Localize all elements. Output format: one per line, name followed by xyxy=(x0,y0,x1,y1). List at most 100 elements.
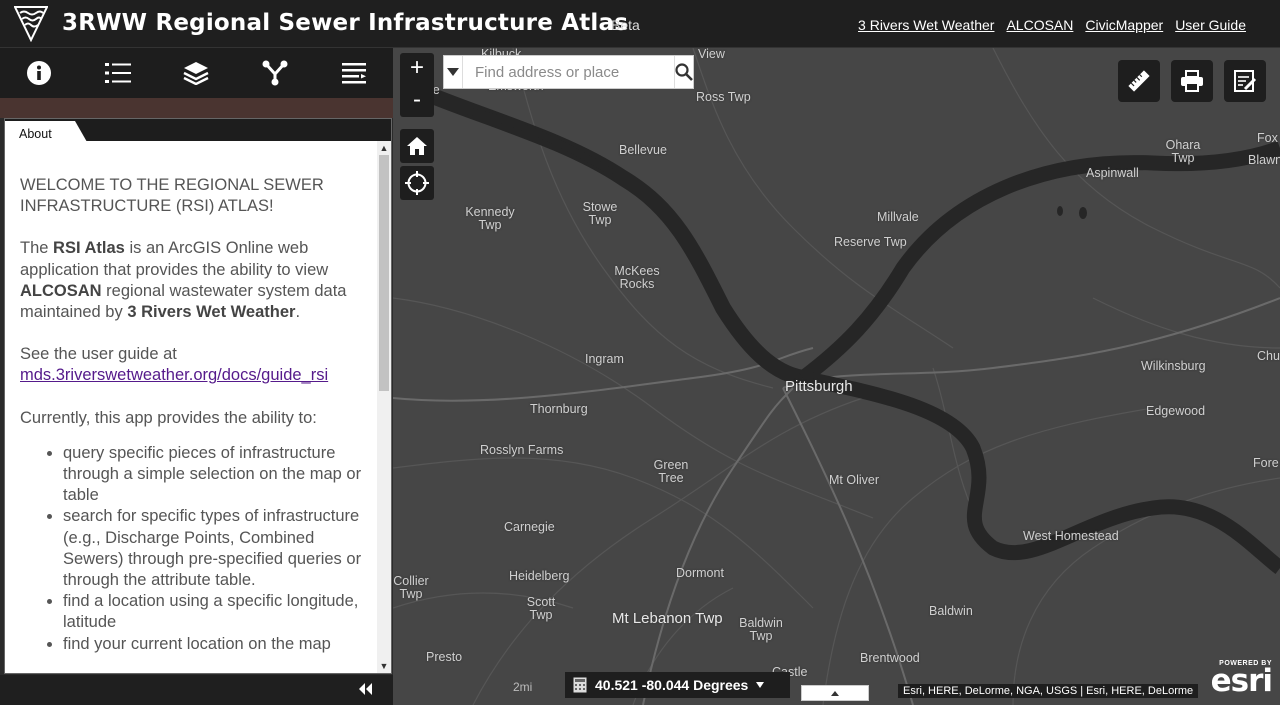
esri-logo: POWERED BY esri xyxy=(1210,660,1273,699)
place-label: Mt Lebanon Twp xyxy=(612,610,723,627)
panel-scrollbar[interactable]: ▲ ▼ xyxy=(377,141,391,673)
edit-notes-button[interactable] xyxy=(1224,60,1266,102)
layers-tool-button[interactable] xyxy=(157,48,236,98)
network-icon xyxy=(262,60,288,86)
place-label: Brentwood xyxy=(860,651,920,665)
coordinates-readout: 40.521 -80.044 Degrees xyxy=(595,677,749,693)
list-item: find a location using a specific longitu… xyxy=(63,591,377,633)
place-label: Reserve Twp xyxy=(834,235,907,249)
place-label: Edgewood xyxy=(1146,404,1206,418)
search-icon xyxy=(675,63,693,81)
place-label: Wilkinsburg xyxy=(1141,359,1206,373)
place-label: McKees Rocks xyxy=(614,264,660,291)
about-content: WELCOME TO THE REGIONAL SEWER INFRASTRUC… xyxy=(5,141,377,673)
panel-accent-strip xyxy=(0,98,393,118)
place-label: Dormont xyxy=(676,566,724,580)
scroll-thumb[interactable] xyxy=(379,155,389,391)
tab-about[interactable]: About xyxy=(5,121,87,142)
collapse-panel-icon[interactable] xyxy=(359,683,373,695)
legend-list-icon xyxy=(104,63,131,83)
search-button[interactable] xyxy=(674,56,693,88)
intro-bold-alcosan: ALCOSAN xyxy=(20,281,102,300)
about-panel: About WELCOME TO THE REGIONAL SEWER INFR… xyxy=(4,118,392,674)
side-panel: About WELCOME TO THE REGIONAL SEWER INFR… xyxy=(0,48,393,705)
legend-tool-button[interactable] xyxy=(79,48,158,98)
link-civicmapper[interactable]: CivicMapper xyxy=(1085,17,1163,33)
place-label: Collier Twp xyxy=(393,574,429,601)
scale-bar-label: 2mi xyxy=(513,680,533,694)
app-header: 3RWW Regional Sewer Infrastructure Atlas… xyxy=(0,0,1280,48)
home-button[interactable] xyxy=(400,129,434,163)
zoom-out-button[interactable]: - xyxy=(400,85,434,117)
place-label: Heidelberg xyxy=(509,569,570,583)
capabilities-list: query specific pieces of infrastructure … xyxy=(63,443,377,655)
scroll-down-arrow-icon[interactable]: ▼ xyxy=(377,659,391,673)
measure-button[interactable] xyxy=(1118,60,1160,102)
esri-wordmark: esri xyxy=(1210,663,1273,699)
info-icon xyxy=(27,61,52,85)
link-alcosan[interactable]: ALCOSAN xyxy=(1006,17,1073,33)
beta-badge: Beta xyxy=(611,17,640,33)
place-label: Green Tree xyxy=(653,458,689,485)
list-item: query specific pieces of infrastructure … xyxy=(63,443,377,507)
map-attribution: Esri, HERE, DeLorme, NGA, USGS | Esri, H… xyxy=(898,684,1199,698)
panel-footer xyxy=(0,675,393,705)
place-label: Ohara Twp xyxy=(1165,138,1201,165)
scroll-up-arrow-icon[interactable]: ▲ xyxy=(377,141,391,155)
tab-bar: About xyxy=(5,119,391,142)
zoom-control: + - xyxy=(400,53,434,117)
place-label: Mt Oliver xyxy=(829,473,879,487)
intro-text: The xyxy=(20,239,54,258)
place-label: Baldwin Twp xyxy=(739,616,783,643)
list-item: find your current location on the map xyxy=(63,634,377,655)
link-3-rivers-wet-weather[interactable]: 3 Rivers Wet Weather xyxy=(858,17,994,33)
locate-crosshair-icon xyxy=(405,171,429,195)
search-widget xyxy=(443,55,694,89)
place-label: Stowe Twp xyxy=(582,200,618,227)
zoom-in-button[interactable]: + xyxy=(400,53,434,85)
search-source-dropdown[interactable] xyxy=(444,56,463,88)
panel-toolbar xyxy=(0,48,393,98)
header-links: 3 Rivers Wet Weather ALCOSAN CivicMapper… xyxy=(858,17,1246,33)
user-guide-link[interactable]: mds.3riverswetweather.org/docs/guide_rsi xyxy=(20,366,328,384)
map-view[interactable]: Kilbuck Neville Twp Emsworth View Ross T… xyxy=(393,48,1280,705)
app-title: 3RWW Regional Sewer Infrastructure Atlas xyxy=(62,10,629,36)
intro-bold-3rww: 3 Rivers Wet Weather xyxy=(127,303,296,322)
place-label: Chu xyxy=(1257,349,1280,363)
link-user-guide[interactable]: User Guide xyxy=(1175,17,1246,33)
search-input[interactable] xyxy=(463,56,674,88)
coordinates-widget[interactable]: 40.521 -80.044 Degrees xyxy=(565,672,790,698)
intro-text: . xyxy=(295,303,301,322)
edit-document-icon xyxy=(1234,70,1257,92)
layers-icon xyxy=(183,62,210,85)
place-label: West Homestead xyxy=(1023,529,1119,543)
intro-paragraph: The RSI Atlas is an ArcGIS Online web ap… xyxy=(20,238,377,323)
user-guide-text: See the user guide at xyxy=(20,345,177,364)
intro-bold-rsi: RSI Atlas xyxy=(53,239,125,258)
place-label: Ingram xyxy=(585,352,624,366)
place-label: Rosslyn Farms xyxy=(480,443,564,457)
menu-tool-button[interactable] xyxy=(314,48,393,98)
capabilities-intro: Currently, this app provides the ability… xyxy=(20,408,317,427)
place-label: Thornburg xyxy=(530,402,588,416)
caret-up-icon xyxy=(831,690,839,696)
calculator-icon xyxy=(573,677,587,693)
place-label: Scott Twp xyxy=(526,595,556,622)
place-label: Fore xyxy=(1253,456,1279,470)
locate-button[interactable] xyxy=(400,166,434,200)
about-tool-button[interactable] xyxy=(0,48,79,98)
place-label: Baldwin xyxy=(929,604,973,618)
place-label: Ross Twp xyxy=(696,90,751,104)
print-button[interactable] xyxy=(1171,60,1213,102)
caret-down-icon[interactable] xyxy=(756,682,765,688)
expand-toggle-button[interactable] xyxy=(801,685,869,701)
place-label: Fox xyxy=(1257,131,1278,145)
ruler-icon xyxy=(1128,70,1150,92)
printer-icon xyxy=(1181,70,1203,92)
bottom-strip xyxy=(0,705,1280,720)
place-label: Kennedy Twp xyxy=(465,205,515,232)
network-tool-button[interactable] xyxy=(236,48,315,98)
place-label: Millvale xyxy=(877,210,919,224)
place-label: Carnegie xyxy=(504,520,555,534)
list-item: search for specific types of infrastruct… xyxy=(63,506,377,591)
